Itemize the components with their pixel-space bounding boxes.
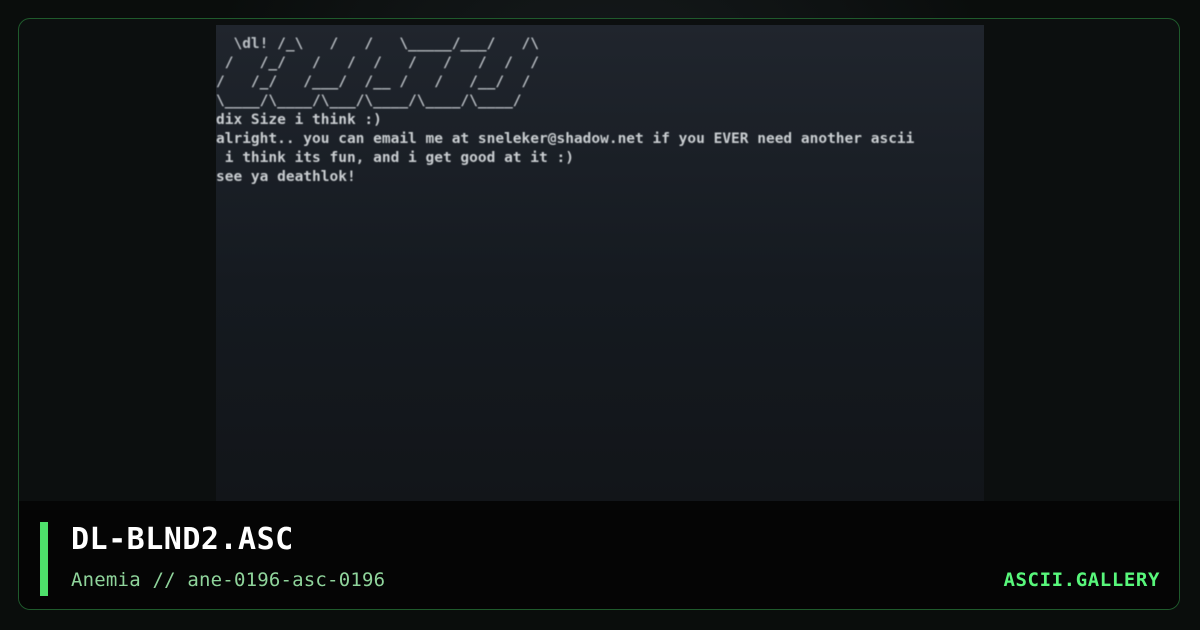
ascii-text-line: dix Size i think :) [216,112,382,128]
ascii-art-preview: \dl! /_\ / / \_____/___/ /\ / /_/ / / / … [216,25,984,501]
ascii-logo-line: \____/\____/\___/\____/\____/\____/ [216,93,522,109]
file-title: DL-BLND2.ASC [71,522,294,557]
ascii-logo-line: / /_/ / / / / / / / / [216,55,540,71]
card-frame: \dl! /_\ / / \_____/___/ /\ / /_/ / / / … [18,18,1180,610]
ascii-text-line: alright.. you can email me at sneleker@s… [216,131,915,147]
ascii-logo: \dl! /_\ / / \_____/___/ /\ / /_/ / / / … [216,36,539,109]
site-brand: ASCII.GALLERY [1003,569,1160,591]
artist-pack-subtitle: Anemia // ane-0196-asc-0196 [71,569,386,591]
ascii-text-line: i think its fun, and i get good at it :) [216,150,574,166]
share-card: \dl! /_\ / / \_____/___/ /\ / /_/ / / / … [0,0,1200,630]
ascii-logo-line: / /_/ /___/ /__ / / /__/ / [216,74,531,90]
ascii-art-text: \dl! /_\ / / \_____/___/ /\ / /_/ / / / … [216,25,984,187]
card-footer: DL-BLND2.ASC Anemia // ane-0196-asc-0196… [19,501,1179,609]
ascii-logo-line: \dl! /_\ / / \_____/___/ /\ [216,36,540,52]
accent-bar [40,522,48,596]
ascii-text-line: see ya deathlok! [216,169,356,185]
